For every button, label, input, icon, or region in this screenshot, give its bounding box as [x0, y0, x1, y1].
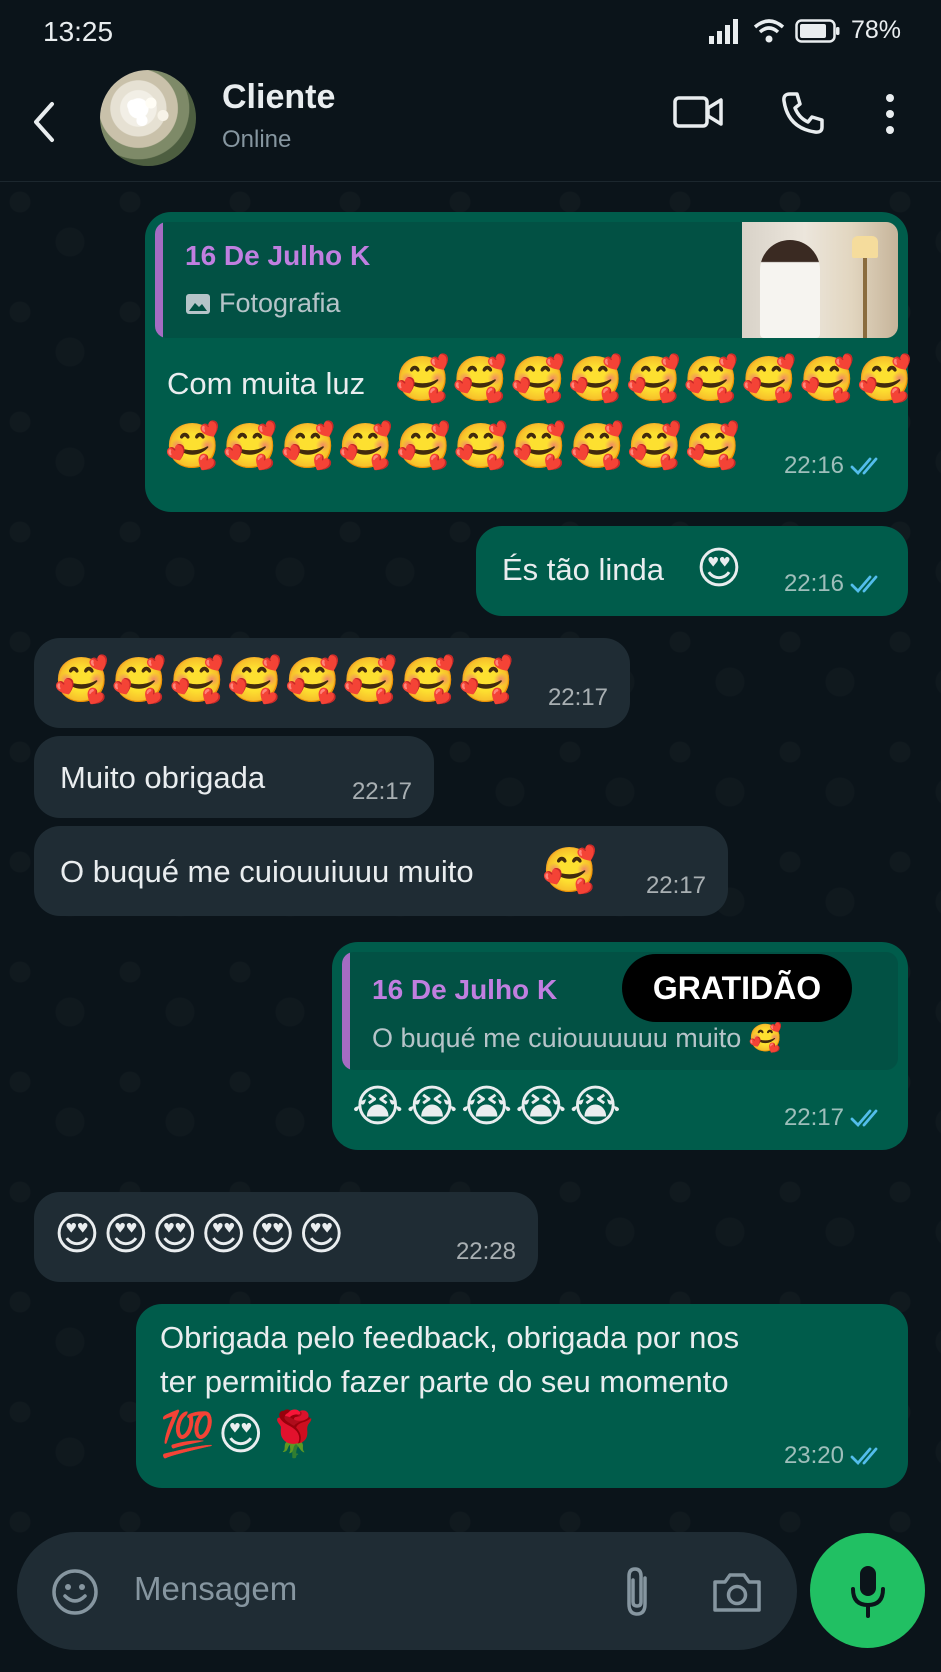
- message-bubble-incoming[interactable]: 😍😍😍😍😍😍 22:28: [34, 1192, 538, 1282]
- message-bubble-outgoing[interactable]: 16 De Julho K Fotografia Com muita luz 🥰…: [145, 212, 912, 512]
- chat-header: Cliente Online: [0, 64, 941, 182]
- message-bubble-incoming[interactable]: O buqué me cuiouuiuuu muito 🥰 22:17: [34, 826, 728, 916]
- message-text: És tão linda: [502, 552, 664, 587]
- message-emoji: 🥰🥰🥰🥰🥰🥰🥰🥰🥰: [395, 354, 916, 405]
- quoted-message[interactable]: 16 De Julho K Fotografia: [155, 222, 898, 338]
- message-time: 22:17: [783, 1104, 844, 1131]
- message-time: 22:16: [783, 570, 844, 597]
- message-text: O buqué me cuiouuiuuu muito: [60, 854, 474, 889]
- message-meta: 22:17: [352, 778, 412, 806]
- bride-figure: [760, 240, 820, 338]
- battery-percent: 78%: [850, 16, 901, 44]
- quote-text: Fotografia: [219, 288, 341, 318]
- message-emoji: 😍😍😍😍😍😍: [54, 1209, 348, 1260]
- quote-author: 16 De Julho K: [372, 974, 558, 1005]
- message-text-line: Obrigada pelo feedback, obrigada por nos: [160, 1320, 740, 1355]
- double-check-icon: [850, 1109, 878, 1128]
- microphone-icon: [850, 1565, 885, 1618]
- status-bar: 13:25 78%: [0, 0, 941, 64]
- message-meta: 22:16: [784, 452, 888, 480]
- lamp-shade: [852, 236, 878, 258]
- contact-name[interactable]: Cliente: [222, 78, 335, 117]
- overlay-label: GRATIDÃO: [622, 954, 852, 1022]
- message-bubble-outgoing[interactable]: Obrigada pelo feedback, obrigada por nos…: [136, 1304, 908, 1488]
- message-time: 22:17: [547, 684, 608, 711]
- chevron-left-icon: [34, 102, 54, 142]
- quote-accent-bar: [155, 222, 163, 338]
- chat-area[interactable]: 16 De Julho K Fotografia Com muita luz 🥰…: [0, 182, 941, 1534]
- double-check-icon: [850, 457, 878, 476]
- message-meta: 22:17: [646, 872, 706, 900]
- battery-icon: [795, 18, 840, 43]
- message-meta: 22:28: [456, 1238, 516, 1266]
- more-options-icon[interactable]: [880, 90, 900, 138]
- lamp-stand: [863, 258, 867, 338]
- message-emoji: 😍: [696, 543, 745, 594]
- message-emoji: 💯😍🌹: [160, 1409, 325, 1460]
- message-bubble-outgoing[interactable]: És tão linda 😍 22:16: [476, 526, 908, 616]
- message-time: 22:17: [645, 872, 706, 899]
- quote-accent-bar: [342, 952, 350, 1070]
- message-emoji: 😭😭😭😭😭: [352, 1081, 625, 1132]
- video-call-icon[interactable]: [672, 90, 724, 134]
- message-time: 22:17: [351, 778, 412, 805]
- camera-icon[interactable]: [711, 1570, 763, 1614]
- signal-icon: [708, 18, 738, 44]
- message-time: 22:16: [783, 452, 844, 479]
- message-time: 22:28: [455, 1238, 516, 1265]
- status-time: 13:25: [43, 16, 114, 47]
- message-emoji: 🥰: [542, 845, 600, 896]
- photo-thumbnail[interactable]: [742, 222, 898, 338]
- message-text: Com muita luz: [167, 362, 365, 406]
- voice-message-button[interactable]: [810, 1533, 925, 1648]
- message-emoji: 🥰🥰🥰🥰🥰🥰🥰🥰: [54, 655, 517, 706]
- message-bubble-incoming[interactable]: 🥰🥰🥰🥰🥰🥰🥰🥰 22:17: [34, 638, 630, 728]
- emoji-icon[interactable]: [51, 1568, 99, 1616]
- status-icons: 78%: [708, 16, 901, 45]
- message-bubble-incoming[interactable]: Muito obrigada 22:17: [34, 736, 434, 818]
- attach-icon[interactable]: [621, 1566, 657, 1618]
- message-time: 23:20: [783, 1442, 844, 1469]
- quote-author: 16 De Julho K: [185, 240, 371, 271]
- message-text-line: ter permitido fazer parte do seu momento: [160, 1364, 729, 1399]
- message-meta: 23:20: [784, 1442, 888, 1470]
- phone-icon[interactable]: [780, 90, 826, 136]
- contact-status: Online: [222, 126, 292, 153]
- wifi-icon: [753, 18, 785, 42]
- message-text-body: Com muita luz: [167, 366, 366, 401]
- message-meta: 22:17: [784, 1104, 888, 1132]
- message-text: Muito obrigada: [60, 760, 266, 795]
- avatar[interactable]: [100, 70, 196, 166]
- photo-icon: [186, 293, 210, 314]
- message-input[interactable]: Mensagem: [134, 1570, 297, 1608]
- double-check-icon: [850, 1447, 878, 1466]
- message-composer[interactable]: Mensagem: [17, 1532, 797, 1650]
- message-meta: 22:17: [548, 684, 608, 712]
- double-check-icon: [850, 575, 878, 594]
- message-emoji: 🥰🥰🥰🥰🥰🥰🥰🥰🥰🥰: [165, 421, 743, 472]
- quote-text: O buqué me cuiouuuuuu muito 🥰: [372, 1023, 783, 1053]
- back-button[interactable]: [24, 92, 64, 152]
- message-meta: 22:16: [784, 570, 888, 598]
